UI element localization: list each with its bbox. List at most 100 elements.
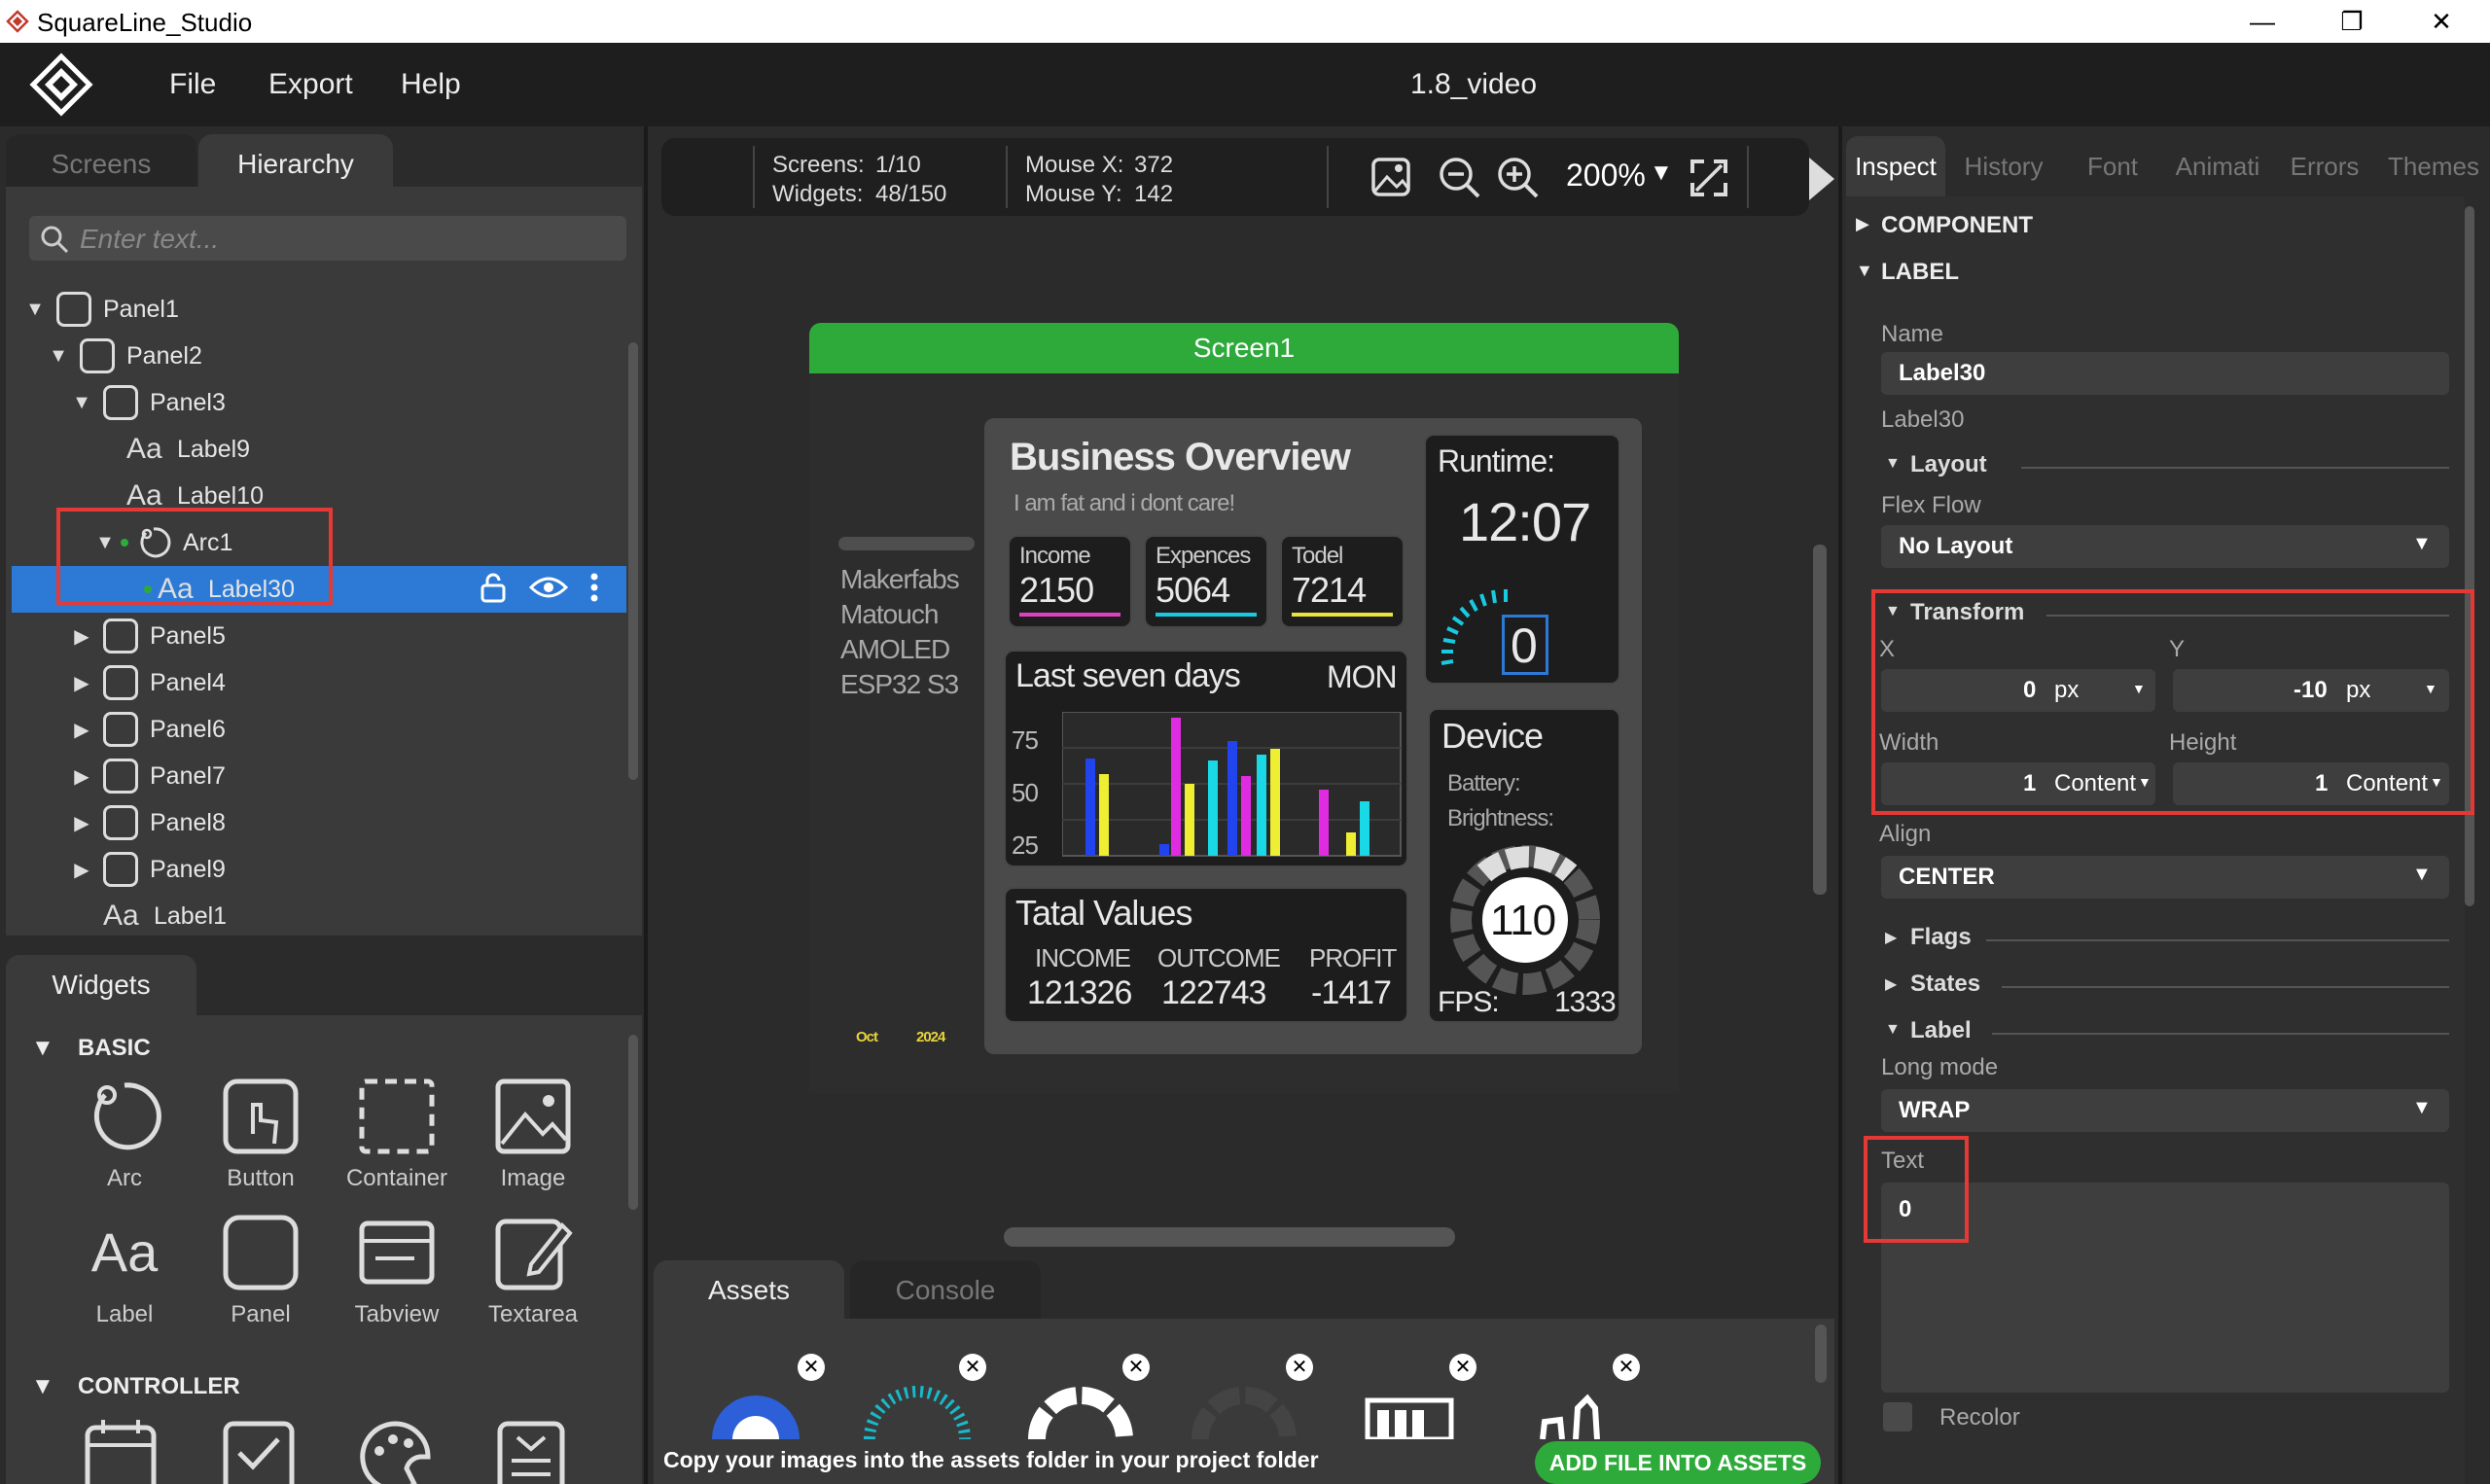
menu-file[interactable]: File — [169, 68, 216, 101]
collapse-arrow-icon[interactable]: ▼ — [49, 345, 68, 368]
label-head[interactable]: LABEL — [1881, 259, 1959, 286]
asset-battery-icon[interactable] — [1364, 1396, 1461, 1439]
tree-item-label1[interactable]: Aa Label1 — [12, 893, 626, 939]
more-options-icon[interactable] — [589, 572, 599, 603]
long-mode-select[interactable]: WRAP ▼ — [1881, 1089, 2449, 1132]
expand-arrow-icon[interactable]: ▶ — [72, 718, 91, 742]
tree-item-panel6[interactable]: ▶ Panel6 — [12, 706, 626, 753]
tab-history[interactable]: History — [1955, 136, 2052, 196]
basic-arrow-icon[interactable]: ▼ — [31, 1035, 54, 1062]
widget-label[interactable]: Aa Label — [56, 1212, 193, 1328]
expand-arrow-icon[interactable]: ▶ — [72, 811, 91, 835]
asset-remove-1[interactable]: ✕ — [798, 1354, 825, 1381]
asset-remove-2[interactable]: ✕ — [959, 1354, 986, 1381]
layout-head[interactable]: Layout — [1910, 451, 1987, 478]
expand-arrow-icon[interactable]: ▶ — [72, 624, 91, 649]
controller-arrow-icon[interactable]: ▼ — [31, 1373, 54, 1400]
minimize-button[interactable]: — — [2218, 0, 2307, 43]
tab-font[interactable]: Font — [2064, 136, 2161, 196]
tree-item-panel5[interactable]: ▶ Panel5 — [12, 613, 626, 659]
tab-animation[interactable]: Animati — [2167, 136, 2268, 196]
tree-item-panel7[interactable]: ▶ Panel7 — [12, 753, 626, 799]
restore-button[interactable]: ❐ — [2307, 0, 2397, 43]
menu-help[interactable]: Help — [401, 68, 461, 101]
expand-arrow-icon[interactable]: ▶ — [72, 671, 91, 695]
runtime-value-box[interactable]: 0 — [1502, 615, 1548, 675]
label-arrow-icon[interactable]: ▼ — [1856, 261, 1873, 281]
screen-tab[interactable]: Screen1 — [809, 323, 1679, 373]
component-arrow-icon[interactable]: ▶ — [1856, 214, 1869, 234]
screen-canvas[interactable]: Makerfabs Matouch AMOLED ESP32 S3 Oct 20… — [809, 373, 1679, 1093]
flags-arrow-icon[interactable]: ▶ — [1885, 928, 1897, 947]
background-image-icon[interactable] — [1370, 156, 1412, 198]
asset-gear-icon[interactable] — [702, 1379, 809, 1439]
recolor-checkbox[interactable] — [1883, 1402, 1912, 1431]
component-head[interactable]: COMPONENT — [1881, 212, 2033, 239]
tab-screens[interactable]: Screens — [6, 134, 196, 194]
tab-hierarchy[interactable]: Hierarchy — [198, 134, 393, 194]
zoom-out-icon[interactable] — [1438, 156, 1482, 200]
widget-image[interactable]: Image — [465, 1076, 601, 1192]
calendar-icon[interactable] — [82, 1418, 160, 1484]
eye-icon[interactable] — [529, 574, 568, 601]
tab-assets[interactable]: Assets — [654, 1260, 844, 1321]
zoom-level[interactable]: 200% — [1566, 158, 1646, 194]
widget-textarea[interactable]: Textarea — [465, 1212, 601, 1328]
lock-icon[interactable] — [479, 572, 508, 603]
asset-ring-white-icon[interactable] — [1027, 1379, 1134, 1439]
tree-item-panel9[interactable]: ▶ Panel9 — [12, 846, 626, 893]
tree-item-panel3[interactable]: ▼ Panel3 — [12, 379, 626, 426]
name-input[interactable]: Label30 — [1881, 352, 2449, 395]
menu-export[interactable]: Export — [268, 68, 353, 101]
widget-button[interactable]: Button — [193, 1076, 329, 1192]
tab-console[interactable]: Console — [850, 1260, 1041, 1321]
flex-flow-select[interactable]: No Layout ▼ — [1881, 525, 2449, 568]
zoom-in-icon[interactable] — [1496, 156, 1541, 200]
colorwheel-icon[interactable] — [356, 1418, 434, 1484]
tree-item-panel1[interactable]: ▼ Panel1 — [12, 286, 626, 333]
collapse-arrow-icon[interactable]: ▼ — [25, 299, 45, 321]
tree-item-label9[interactable]: Aa Label9 — [12, 426, 626, 473]
asset-remove-4[interactable]: ✕ — [1286, 1354, 1313, 1381]
tree-item-panel8[interactable]: ▶ Panel8 — [12, 799, 626, 846]
widget-tabview[interactable]: Tabview — [329, 1212, 465, 1328]
widget-arc[interactable]: Arc — [56, 1076, 193, 1192]
expand-arrow-icon[interactable]: ▶ — [72, 764, 91, 789]
zoom-dropdown-icon[interactable]: ▼ — [1650, 159, 1673, 187]
asset-ring-gray-icon[interactable] — [1191, 1379, 1298, 1439]
asset-remove-6[interactable]: ✕ — [1613, 1354, 1640, 1381]
tab-widgets[interactable]: Widgets — [6, 955, 196, 1015]
add-file-button[interactable]: ADD FILE INTO ASSETS — [1535, 1441, 1821, 1484]
checkbox-icon[interactable] — [220, 1418, 298, 1484]
asset-ring-cyan-icon[interactable] — [864, 1379, 971, 1439]
fit-screen-icon[interactable] — [1687, 156, 1731, 200]
widget-panel[interactable]: Panel — [193, 1212, 329, 1328]
tree-item-panel4[interactable]: ▶ Panel4 — [12, 659, 626, 706]
states-arrow-icon[interactable]: ▶ — [1885, 974, 1897, 994]
assets-scrollbar[interactable] — [1815, 1325, 1827, 1383]
hierarchy-scrollbar[interactable] — [628, 342, 638, 780]
tab-inspect[interactable]: Inspect — [1846, 136, 1945, 196]
close-window-button[interactable]: ✕ — [2397, 0, 2486, 43]
widgets-scrollbar[interactable] — [628, 1035, 638, 1210]
align-select[interactable]: CENTER ▼ — [1881, 856, 2449, 899]
asset-rocket-icon[interactable] — [1533, 1379, 1611, 1439]
flags-head[interactable]: Flags — [1910, 924, 1972, 951]
asset-remove-3[interactable]: ✕ — [1122, 1354, 1150, 1381]
tab-errors[interactable]: Errors — [2276, 136, 2373, 196]
layout-arrow-icon[interactable]: ▼ — [1885, 455, 1901, 473]
expand-arrow-icon[interactable]: ▶ — [72, 858, 91, 882]
play-icon[interactable] — [1805, 154, 1838, 204]
tab-themes[interactable]: Themes — [2381, 136, 2486, 196]
canvas-h-scrollbar[interactable] — [1004, 1227, 1455, 1247]
canvas-v-scrollbar[interactable] — [1813, 545, 1827, 895]
states-head[interactable]: States — [1910, 971, 1980, 998]
hierarchy-search[interactable]: Enter text... — [29, 216, 626, 261]
dropdown-icon[interactable] — [492, 1418, 570, 1484]
widget-container[interactable]: Container — [329, 1076, 465, 1192]
label-sub-arrow-icon[interactable]: ▼ — [1885, 1021, 1901, 1039]
asset-remove-5[interactable]: ✕ — [1449, 1354, 1476, 1381]
label-sub-head[interactable]: Label — [1910, 1017, 1972, 1044]
collapse-arrow-icon[interactable]: ▼ — [72, 392, 91, 414]
tree-item-panel2[interactable]: ▼ Panel2 — [12, 333, 626, 379]
